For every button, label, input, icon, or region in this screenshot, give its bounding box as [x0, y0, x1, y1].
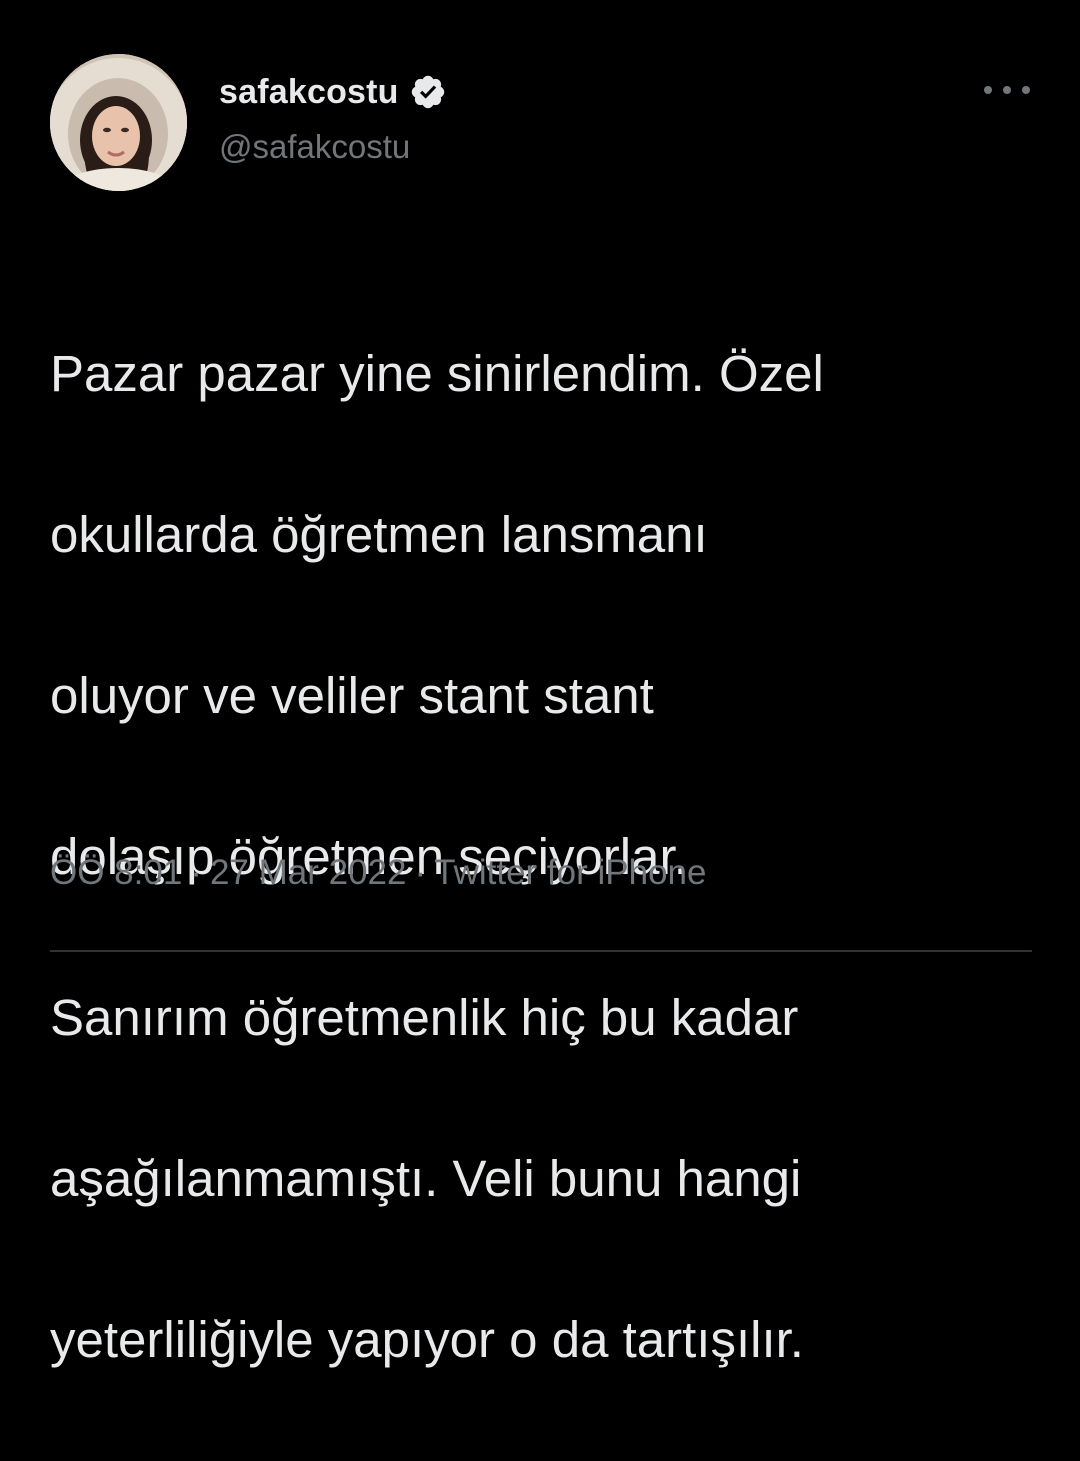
name-row: safakcostu	[219, 72, 447, 112]
tweet-text-line: yeterliliğiyle yapıyor o da tartışılır.	[50, 1310, 804, 1368]
tweet-text-line: aşağılanmamıştı. Veli bunu hangi	[50, 1149, 802, 1207]
tweet-text-line: Pazar pazar yine sinirlendim. Özel	[50, 344, 824, 402]
divider	[50, 950, 1032, 952]
tweet-header: safakcostu @safakcostu	[219, 72, 447, 166]
user-handle[interactable]: @safakcostu	[219, 128, 447, 166]
meta-separator: ·	[190, 853, 202, 892]
avatar[interactable]	[50, 54, 187, 191]
avatar-image	[50, 54, 187, 191]
verified-badge-icon	[411, 75, 444, 109]
tweet-text-line: Sanırım öğretmenlik hiç bu kadar	[50, 988, 799, 1046]
tweet-card: safakcostu @safakcostu Pazar pazar yine …	[0, 0, 1080, 1368]
more-dot	[984, 86, 992, 94]
tweet-meta: ÖÖ 8:01 · 27 Mar 2022 · Twitter for iPhone	[50, 853, 706, 893]
tweet-text-line: okullarda öğretmen lansmanı	[50, 505, 708, 563]
tweet-text-line: oluyor ve veliler stant stant	[50, 666, 654, 724]
tweet-date[interactable]: 27 Mar 2022	[210, 853, 407, 892]
tweet-time[interactable]: ÖÖ 8:01	[50, 853, 182, 892]
more-dot	[1022, 86, 1030, 94]
more-horizontal-icon[interactable]	[984, 80, 1030, 100]
more-dot	[1003, 86, 1011, 94]
meta-separator: ·	[414, 853, 427, 892]
display-name[interactable]: safakcostu	[219, 73, 399, 112]
tweet-source[interactable]: Twitter for iPhone	[434, 853, 706, 892]
